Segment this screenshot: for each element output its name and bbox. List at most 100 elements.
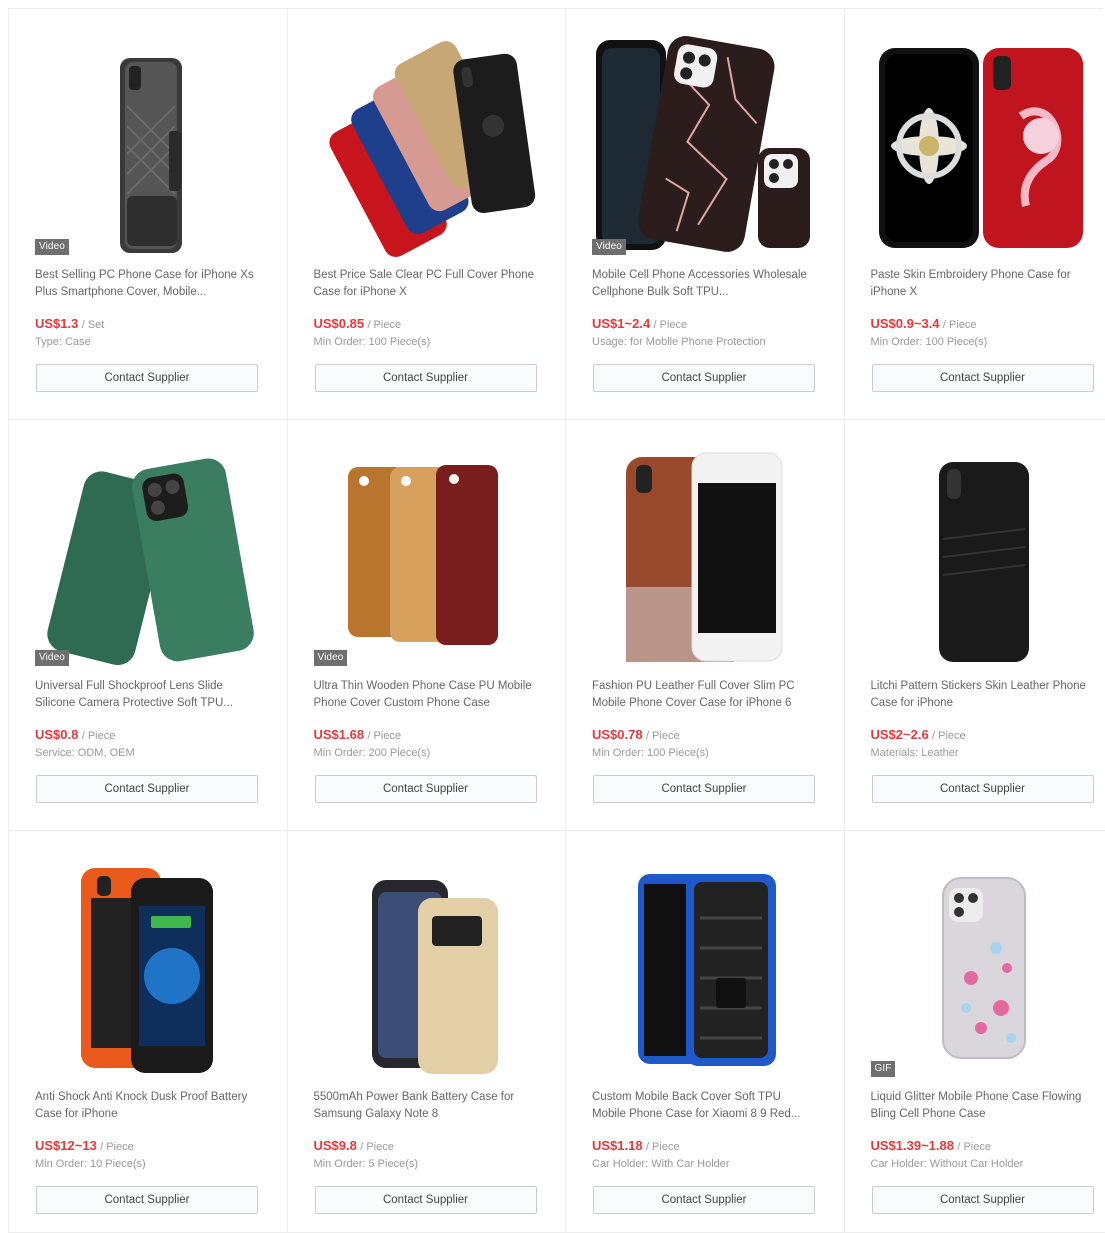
leather-phone-case-icon[interactable] xyxy=(592,447,818,672)
price-line: US$1.68 / Piece xyxy=(314,727,544,744)
price-unit: / Piece xyxy=(646,730,680,742)
holster-phone-case-icon[interactable] xyxy=(35,36,261,261)
product-price: US$1~2.4 xyxy=(592,316,650,331)
product-title[interactable]: Fashion PU Leather Full Cover Slim PC Mo… xyxy=(592,678,814,712)
product-title[interactable]: Anti Shock Anti Knock Dusk Proof Battery… xyxy=(35,1089,257,1123)
product-title[interactable]: Best Selling PC Phone Case for iPhone Xs… xyxy=(35,267,257,301)
contact-supplier-button[interactable]: Contact Supplier xyxy=(315,775,537,803)
product-card[interactable]: 5500mAh Power Bank Battery Case for Sams… xyxy=(288,831,567,1233)
product-spec: Min Order: 100 Piece(s) xyxy=(871,335,1101,349)
video-badge: Video xyxy=(314,650,348,666)
product-spec: Min Order: 5 Piece(s) xyxy=(314,1157,544,1171)
product-spec: Usage: for Mobile Phone Protection xyxy=(592,335,822,349)
price-unit: / Piece xyxy=(367,730,401,742)
price-line: US$1~2.4 / Piece xyxy=(592,316,822,333)
product-title[interactable]: Paste Skin Embroidery Phone Case for iPh… xyxy=(871,267,1093,301)
product-price: US$0.85 xyxy=(314,316,365,331)
rugged-phone-case-icon[interactable] xyxy=(592,858,818,1083)
contact-supplier-button[interactable]: Contact Supplier xyxy=(593,775,815,803)
price-unit: / Piece xyxy=(957,1141,991,1153)
product-card[interactable]: Fashion PU Leather Full Cover Slim PC Mo… xyxy=(566,420,845,831)
product-price: US$1.3 xyxy=(35,316,78,331)
power-bank-case-icon[interactable] xyxy=(314,858,540,1083)
contact-supplier-button[interactable]: Contact Supplier xyxy=(593,364,815,392)
price-line: US$0.78 / Piece xyxy=(592,727,822,744)
product-card[interactable]: Anti Shock Anti Knock Dusk Proof Battery… xyxy=(9,831,288,1233)
contact-supplier-button[interactable]: Contact Supplier xyxy=(593,1186,815,1214)
contact-supplier-button[interactable]: Contact Supplier xyxy=(872,364,1094,392)
product-card[interactable]: Best Price Sale Clear PC Full Cover Phon… xyxy=(288,9,567,420)
price-unit: / Piece xyxy=(654,319,688,331)
product-price: US$0.9~3.4 xyxy=(871,316,940,331)
product-spec: Car Holder: Without Car Holder xyxy=(871,1157,1101,1171)
product-spec: Min Order: 100 Piece(s) xyxy=(592,746,822,760)
product-spec: Min Order: 100 Piece(s) xyxy=(314,335,544,349)
price-unit: / Piece xyxy=(646,1141,680,1153)
price-line: US$9.8 / Piece xyxy=(314,1138,544,1155)
product-title[interactable]: Mobile Cell Phone Accessories Wholesale … xyxy=(592,267,814,301)
product-spec: Car Holder: With Car Holder xyxy=(592,1157,822,1171)
product-title[interactable]: Best Price Sale Clear PC Full Cover Phon… xyxy=(314,267,536,301)
price-unit: / Set xyxy=(82,319,105,331)
product-spec: Min Order: 10 Piece(s) xyxy=(35,1157,265,1171)
product-title[interactable]: Ultra Thin Wooden Phone Case PU Mobile P… xyxy=(314,678,536,712)
contact-supplier-button[interactable]: Contact Supplier xyxy=(315,1186,537,1214)
wooden-phone-case-icon[interactable] xyxy=(314,447,540,672)
product-spec: Min Order: 200 Piece(s) xyxy=(314,746,544,760)
product-title[interactable]: Litchi Pattern Stickers Skin Leather Pho… xyxy=(871,678,1093,712)
price-line: US$1.3 / Set xyxy=(35,316,265,333)
product-price: US$0.78 xyxy=(592,727,643,742)
contact-supplier-button[interactable]: Contact Supplier xyxy=(36,1186,258,1214)
price-line: US$1.18 / Piece xyxy=(592,1138,822,1155)
product-card[interactable]: Paste Skin Embroidery Phone Case for iPh… xyxy=(845,9,1105,420)
video-badge: Video xyxy=(35,650,69,666)
battery-phone-case-icon[interactable] xyxy=(35,858,261,1083)
product-card[interactable]: Video Mobile Cell Phone Accessories Whol… xyxy=(566,9,845,420)
wallet-phone-case-icon[interactable] xyxy=(871,447,1097,672)
product-card[interactable]: GIF Liquid Glitter Mobile Phone Case Flo… xyxy=(845,831,1105,1233)
price-unit: / Piece xyxy=(100,1141,134,1153)
price-line: US$0.8 / Piece xyxy=(35,727,265,744)
product-title[interactable]: Liquid Glitter Mobile Phone Case Flowing… xyxy=(871,1089,1093,1123)
price-line: US$2~2.6 / Piece xyxy=(871,727,1101,744)
embroidery-phone-case-icon[interactable] xyxy=(871,36,1097,261)
product-price: US$1.18 xyxy=(592,1138,643,1153)
price-line: US$0.85 / Piece xyxy=(314,316,544,333)
product-price: US$0.8 xyxy=(35,727,78,742)
product-card[interactable]: Litchi Pattern Stickers Skin Leather Pho… xyxy=(845,420,1105,831)
contact-supplier-button[interactable]: Contact Supplier xyxy=(872,775,1094,803)
product-card[interactable]: Video Best Selling PC Phone Case for iPh… xyxy=(9,9,288,420)
price-line: US$0.9~3.4 / Piece xyxy=(871,316,1101,333)
price-unit: / Piece xyxy=(932,730,966,742)
contact-supplier-button[interactable]: Contact Supplier xyxy=(315,364,537,392)
price-unit: / Piece xyxy=(82,730,116,742)
video-badge: Video xyxy=(35,239,69,255)
contact-supplier-button[interactable]: Contact Supplier xyxy=(872,1186,1094,1214)
contact-supplier-button[interactable]: Contact Supplier xyxy=(36,775,258,803)
marble-phone-case-icon[interactable] xyxy=(592,36,818,261)
product-title[interactable]: Universal Full Shockproof Lens Slide Sil… xyxy=(35,678,257,712)
contact-supplier-button[interactable]: Contact Supplier xyxy=(36,364,258,392)
product-card[interactable]: Custom Mobile Back Cover Soft TPU Mobile… xyxy=(566,831,845,1233)
product-card[interactable]: Video Universal Full Shockproof Lens Sli… xyxy=(9,420,288,831)
product-price: US$2~2.6 xyxy=(871,727,929,742)
colorful-phone-cases-icon[interactable] xyxy=(314,36,540,261)
gif-badge: GIF xyxy=(871,1061,896,1077)
price-line: US$12~13 / Piece xyxy=(35,1138,265,1155)
price-line: US$1.39~1.88 / Piece xyxy=(871,1138,1101,1155)
product-spec: Service: ODM, OEM xyxy=(35,746,265,760)
product-grid: Video Best Selling PC Phone Case for iPh… xyxy=(8,8,1103,1233)
product-title[interactable]: 5500mAh Power Bank Battery Case for Sams… xyxy=(314,1089,536,1123)
green-phone-case-icon[interactable] xyxy=(35,447,261,672)
product-price: US$12~13 xyxy=(35,1138,97,1153)
price-unit: / Piece xyxy=(943,319,977,331)
glitter-phone-case-icon[interactable] xyxy=(871,858,1097,1083)
product-card[interactable]: Video Ultra Thin Wooden Phone Case PU Mo… xyxy=(288,420,567,831)
product-spec: Materials: Leather xyxy=(871,746,1101,760)
product-price: US$9.8 xyxy=(314,1138,357,1153)
price-unit: / Piece xyxy=(367,319,401,331)
product-price: US$1.68 xyxy=(314,727,365,742)
product-price: US$1.39~1.88 xyxy=(871,1138,954,1153)
product-title[interactable]: Custom Mobile Back Cover Soft TPU Mobile… xyxy=(592,1089,814,1123)
video-badge: Video xyxy=(592,239,626,255)
